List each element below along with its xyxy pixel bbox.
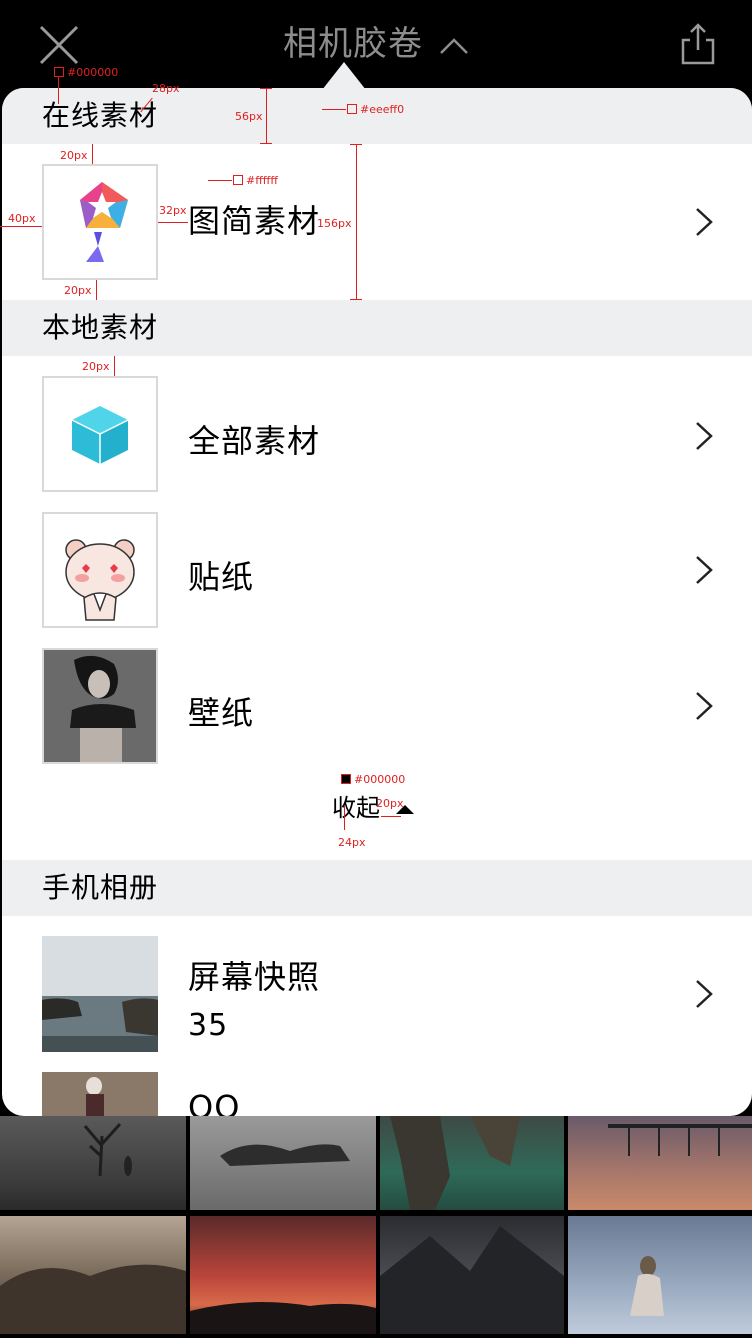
tree-photo (83, 1122, 132, 1177)
annotation-line (322, 109, 346, 110)
annotation-line (356, 144, 357, 300)
annotation-size: 20px (64, 284, 92, 297)
annotation-line (0, 226, 42, 227)
annotation-color: #eeeff0 (347, 104, 404, 116)
row-label-all: 全部素材 (188, 422, 321, 460)
section-title-local: 本地素材 (42, 311, 159, 344)
collapse-label: 收起 (332, 794, 380, 822)
row-label-qq: QQ (188, 1088, 241, 1116)
annotation-line (260, 88, 272, 89)
photo-thumb[interactable] (190, 1216, 376, 1334)
arch-photo (390, 1116, 520, 1210)
photo-thumb[interactable] (380, 1216, 564, 1334)
screenshots-count: 35 (188, 1008, 229, 1043)
row-qq[interactable]: QQ (2, 1072, 752, 1116)
qq-thumb (42, 1072, 158, 1116)
chevron-right-icon (696, 208, 713, 236)
sea-photo (42, 936, 158, 1052)
section-local: 本地素材 (2, 300, 752, 356)
annotation-size: 24px (338, 836, 366, 849)
annotation-line (208, 180, 232, 181)
row-label-tujian: 图简素材 (188, 202, 321, 240)
bear-sticker-icon (65, 539, 135, 621)
photo-thumb[interactable] (568, 1216, 752, 1334)
section-phone-album: 手机相册 (2, 860, 752, 916)
portrait-photo (44, 650, 156, 762)
section-title-phone-album: 手机相册 (42, 871, 159, 904)
photo-thumb[interactable] (0, 1116, 186, 1210)
dropdown-pointer (322, 62, 366, 90)
row-all-materials[interactable]: 全部素材 (2, 356, 752, 492)
screenshots-thumb (42, 936, 158, 1052)
mountain-photo (380, 1226, 564, 1334)
row-label-screenshots: 屏幕快照 (188, 958, 321, 996)
color-swatch (54, 67, 64, 77)
annotation-size: 20px (60, 149, 88, 162)
share-icon[interactable] (680, 22, 716, 66)
stickers-thumb (42, 512, 158, 628)
qq-album-photo (42, 1072, 158, 1116)
wallpaper-thumb (42, 648, 158, 764)
chevron-right-icon (696, 980, 713, 1008)
annotation-size: 32px (159, 204, 187, 217)
chevron-right-icon (696, 556, 713, 584)
color-swatch (341, 774, 351, 784)
album-title-toggle[interactable]: 相机胶卷 (0, 22, 752, 66)
annotation-text: #eeeff0 (360, 103, 405, 116)
annotation-line (114, 356, 115, 376)
hills-photo (0, 1264, 186, 1334)
chevron-right-icon (696, 692, 713, 720)
pier-photo (608, 1124, 752, 1156)
annotation-line (266, 88, 267, 144)
tujian-thumb (42, 164, 158, 280)
cube-icon (71, 406, 129, 464)
annotation-text: #ffffff (246, 174, 278, 187)
all-materials-thumb (42, 376, 158, 492)
annotation-line (92, 144, 93, 164)
row-screenshots[interactable]: 屏幕快照 35 (2, 936, 752, 1052)
annotation-text: #000000 (354, 773, 406, 786)
annotation-line (350, 144, 362, 145)
rocks-photo (220, 1144, 350, 1166)
color-swatch (347, 104, 357, 114)
row-label-stickers: 贴纸 (188, 558, 255, 596)
row-label-wallpaper: 壁纸 (188, 694, 255, 732)
photo-thumb[interactable] (380, 1116, 564, 1210)
annotation-line (260, 143, 272, 144)
photo-grid (0, 1116, 752, 1334)
annotation-line (158, 222, 188, 223)
section-online: 在线素材 (2, 88, 752, 144)
annotation-color: #000000 (341, 774, 405, 786)
annotation-line (96, 280, 97, 300)
annotation-size: 156px (317, 217, 352, 230)
chevron-up-icon (440, 37, 468, 54)
tujian-logo-icon (80, 182, 128, 262)
color-swatch (233, 175, 243, 185)
annotation-line (381, 816, 401, 817)
photo-thumb[interactable] (0, 1216, 186, 1334)
annotation-size: 56px (235, 110, 263, 123)
annotation-color: #ffffff (233, 175, 278, 187)
photo-thumb[interactable] (190, 1116, 376, 1210)
annotation-size: 28px (152, 82, 180, 95)
chevron-right-icon (696, 422, 713, 450)
girl-photo (630, 1256, 664, 1316)
photo-thumb[interactable] (568, 1116, 752, 1210)
annotation-color: #000000 (54, 67, 118, 79)
annotation-size: 20px (82, 360, 110, 373)
annotation-text: #000000 (67, 66, 119, 79)
row-wallpaper[interactable]: 壁纸 (2, 648, 752, 764)
annotation-line (58, 76, 59, 104)
row-tujian[interactable]: 图简素材 (2, 144, 752, 300)
row-stickers[interactable]: 贴纸 (2, 512, 752, 628)
sunset-photo (190, 1302, 376, 1334)
annotation-line (350, 299, 362, 300)
annotation-size: 20px (376, 797, 404, 810)
section-title-online: 在线素材 (42, 99, 159, 132)
annotation-line (344, 806, 345, 830)
annotation-size: 40px (8, 212, 36, 225)
page-title: 相机胶卷 (283, 24, 423, 64)
album-picker-panel: 在线素材 图简素材 本地素材 全部素材 贴纸 壁纸 收起 手机相册 屏幕快照 3… (2, 88, 752, 1116)
